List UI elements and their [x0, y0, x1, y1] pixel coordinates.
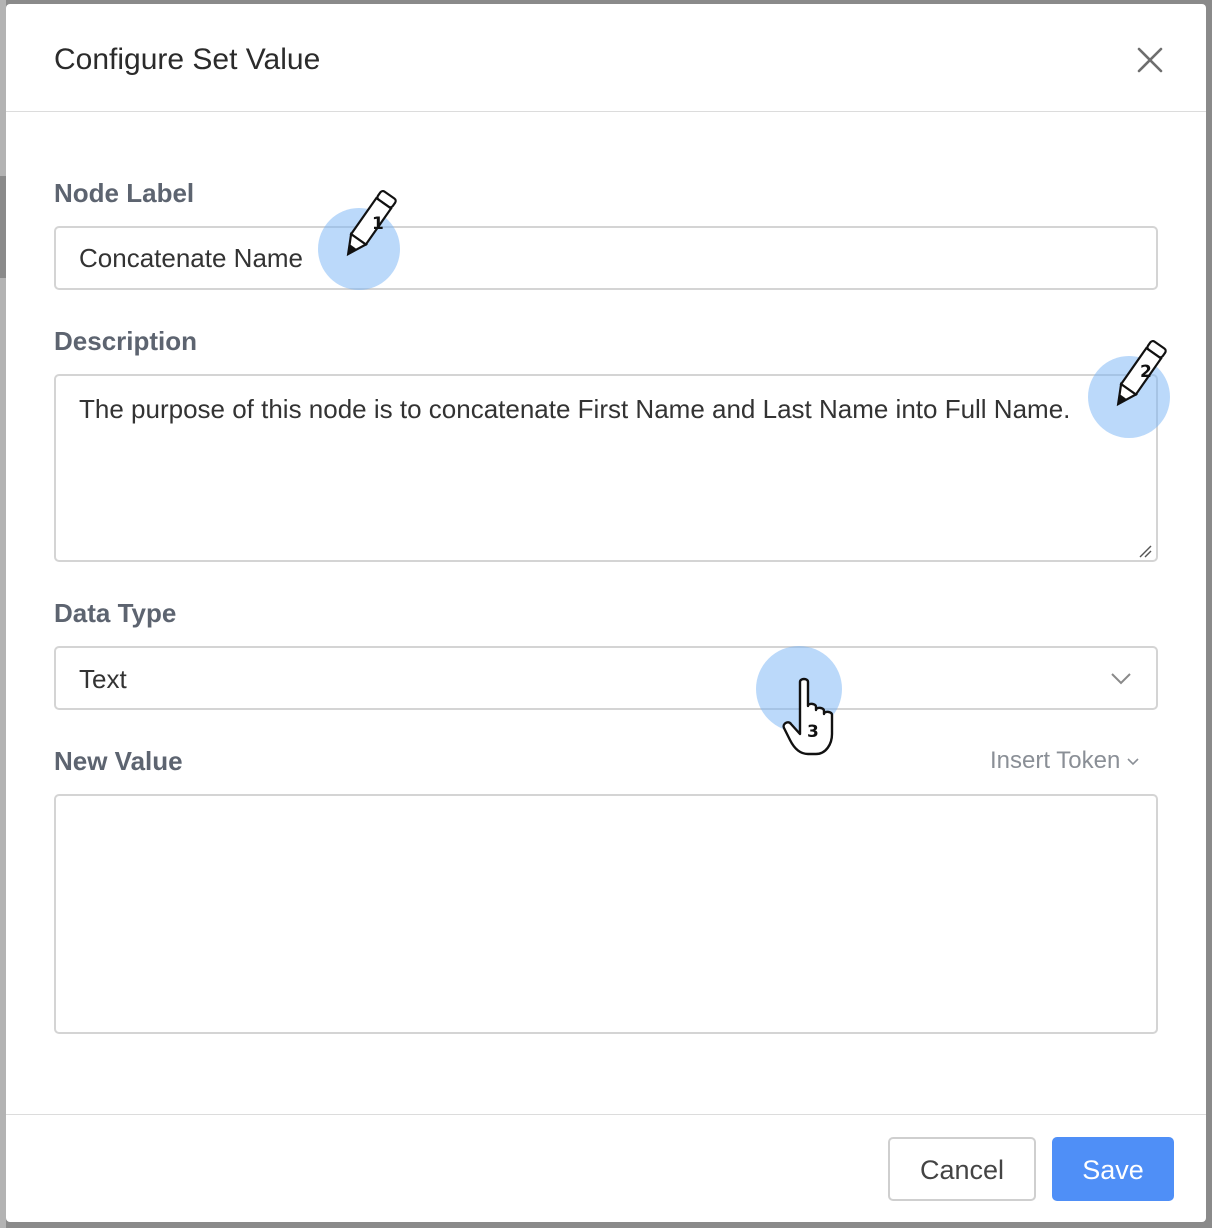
close-button[interactable]	[1132, 42, 1168, 78]
node-label-input[interactable]	[54, 226, 1158, 290]
dialog-header: Configure Set Value	[6, 4, 1206, 112]
node-label-label: Node Label	[54, 178, 195, 208]
chevron-down-icon	[1111, 673, 1131, 685]
new-value-label: New Value	[54, 746, 183, 776]
new-value-textarea[interactable]	[54, 794, 1158, 1034]
data-type-select[interactable]: Text	[54, 646, 1158, 710]
data-type-selected-value: Text	[79, 664, 127, 694]
insert-token-dropdown[interactable]: Insert Token	[990, 744, 1140, 778]
dialog-title: Configure Set Value	[54, 43, 321, 76]
resize-handle-icon[interactable]	[1137, 543, 1153, 559]
configure-set-value-dialog: Configure Set Value Node Label Descripti…	[6, 4, 1206, 1222]
description-label: Description	[54, 326, 198, 356]
close-icon	[1137, 47, 1163, 73]
insert-token-label: Insert Token	[990, 747, 1121, 774]
data-type-label: Data Type	[54, 598, 177, 628]
description-textarea[interactable]: The purpose of this node is to concatena…	[54, 374, 1158, 562]
dialog-footer: Cancel Save	[6, 1114, 1206, 1222]
chevron-down-icon	[1127, 758, 1139, 765]
cancel-button[interactable]: Cancel	[888, 1137, 1036, 1201]
save-button[interactable]: Save	[1052, 1137, 1174, 1201]
